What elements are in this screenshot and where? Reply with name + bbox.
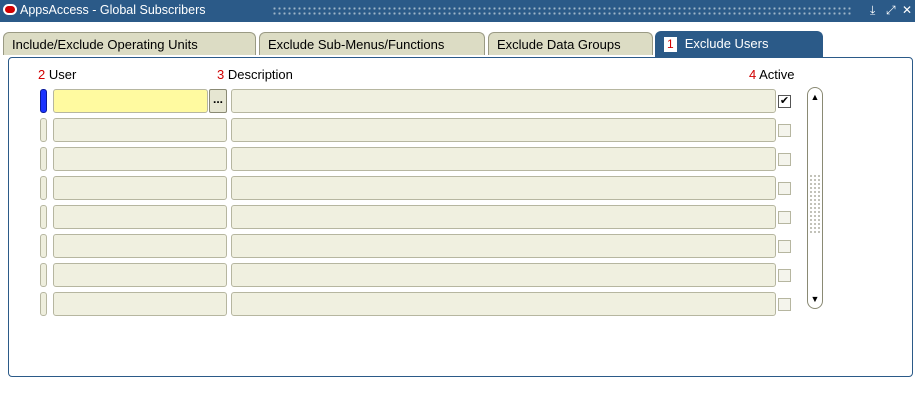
user-field[interactable] xyxy=(53,234,227,258)
window-titlebar[interactable]: AppsAccess - Global Subscribers ⤓ ⤢ ✕ xyxy=(0,0,915,22)
user-field[interactable] xyxy=(53,147,227,171)
tab-exclude-users[interactable]: 1 Exclude Users xyxy=(655,31,823,57)
description-field[interactable] xyxy=(231,147,776,171)
active-checkbox[interactable] xyxy=(778,211,791,224)
description-field[interactable] xyxy=(231,89,776,113)
active-checkbox[interactable] xyxy=(778,269,791,282)
active-checkbox[interactable] xyxy=(778,240,791,253)
record-indicator[interactable] xyxy=(40,292,47,316)
description-field[interactable] xyxy=(231,234,776,258)
user-field[interactable] xyxy=(53,118,227,142)
tab-label: Exclude Sub-Menus/Functions xyxy=(268,37,445,52)
user-field[interactable] xyxy=(53,89,208,113)
vertical-scrollbar[interactable]: ▲ ▼ xyxy=(807,87,823,309)
record-indicator[interactable] xyxy=(40,89,47,113)
column-header-active: 4 Active xyxy=(749,67,795,82)
record-indicator[interactable] xyxy=(40,176,47,200)
record-indicator[interactable] xyxy=(40,205,47,229)
description-field[interactable] xyxy=(231,205,776,229)
scroll-thumb[interactable] xyxy=(809,174,821,234)
user-lov-button[interactable]: ... xyxy=(209,89,227,113)
description-field[interactable] xyxy=(231,176,776,200)
user-field[interactable] xyxy=(53,292,227,316)
maximize-icon[interactable]: ⤢ xyxy=(886,3,896,17)
record-indicator[interactable] xyxy=(40,263,47,287)
column-label: Description xyxy=(227,67,293,82)
active-checkbox[interactable]: ✔ xyxy=(778,95,791,108)
user-field[interactable] xyxy=(53,176,227,200)
window-title: AppsAccess - Global Subscribers xyxy=(20,3,206,17)
description-field[interactable] xyxy=(231,263,776,287)
description-field[interactable] xyxy=(231,292,776,316)
record-indicator[interactable] xyxy=(40,147,47,171)
tab-label: Exclude Data Groups xyxy=(497,37,621,52)
scroll-down-icon[interactable]: ▼ xyxy=(808,292,822,306)
tab-strip: Include/Exclude Operating Units Exclude … xyxy=(0,22,915,58)
tab-number-badge: 1 xyxy=(664,37,677,52)
scroll-up-icon[interactable]: ▲ xyxy=(808,90,822,104)
user-field[interactable] xyxy=(53,205,227,229)
tab-label: Exclude Users xyxy=(684,36,769,51)
record-indicator[interactable] xyxy=(40,118,47,142)
active-checkbox[interactable] xyxy=(778,182,791,195)
column-header-description: 3 Description xyxy=(217,67,293,82)
active-checkbox[interactable] xyxy=(778,153,791,166)
tab-exclude-sub-menus-functions[interactable]: Exclude Sub-Menus/Functions xyxy=(259,32,485,55)
user-field[interactable] xyxy=(53,263,227,287)
tab-include-exclude-operating-units[interactable]: Include/Exclude Operating Units xyxy=(3,32,256,55)
active-checkbox[interactable] xyxy=(778,124,791,137)
close-icon[interactable]: ✕ xyxy=(902,3,912,17)
record-indicator[interactable] xyxy=(40,234,47,258)
oracle-logo-icon xyxy=(3,4,17,15)
exclude-users-panel: 2 User 3 Description 4 Active ... ✔ ▲ ▼ xyxy=(8,57,913,377)
column-number: 3 xyxy=(217,67,225,82)
tab-label: Include/Exclude Operating Units xyxy=(12,37,198,52)
active-checkbox[interactable] xyxy=(778,298,791,311)
titlebar-texture xyxy=(272,6,852,16)
description-field[interactable] xyxy=(231,118,776,142)
minimize-icon[interactable]: ⤓ xyxy=(870,3,875,17)
column-number: 4 xyxy=(749,67,757,82)
column-header-user: 2 User xyxy=(38,67,76,82)
column-label: Active xyxy=(759,67,795,82)
column-number: 2 xyxy=(38,67,46,82)
column-label: User xyxy=(48,67,77,82)
tab-exclude-data-groups[interactable]: Exclude Data Groups xyxy=(488,32,653,55)
